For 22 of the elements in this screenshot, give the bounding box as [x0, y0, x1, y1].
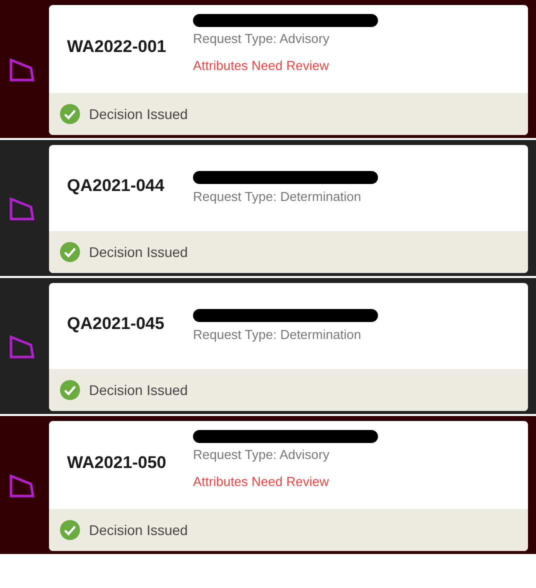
- request-type: Request Type: Advisory: [193, 31, 330, 46]
- request-type: Request Type: Determination: [193, 188, 362, 204]
- polygon-icon: [8, 335, 36, 359]
- status-label: Decision Issued: [89, 106, 188, 122]
- status-label: Decision Issued: [89, 522, 188, 538]
- request-row[interactable]: QA2021-045 Request Type: Determination Decision Issued: [0, 278, 536, 414]
- request-id: WA2022-001: [67, 37, 168, 57]
- request-id: QA2021-045: [67, 314, 166, 334]
- review-note: Attributes Need Review: [193, 474, 330, 489]
- polygon-icon: [8, 58, 36, 82]
- status-label: Decision Issued: [89, 244, 188, 260]
- polygon-icon: [8, 474, 36, 498]
- request-id: QA2021-044: [67, 176, 166, 196]
- polygon-icon: [8, 197, 36, 221]
- review-note: Attributes Need Review: [193, 58, 330, 73]
- request-id: WA2021-050: [67, 453, 168, 473]
- request-type: Request Type: Determination: [193, 326, 362, 342]
- request-type: Request Type: Advisory: [193, 447, 330, 462]
- request-row[interactable]: WA2021-050 Request Type: Advisory Attributes Need Review Decision Issued: [0, 416, 536, 554]
- request-row[interactable]: WA2022-001 Request Type: Advisory Attributes Need Review Decision Issued: [0, 0, 536, 138]
- status-label: Decision Issued: [89, 382, 188, 398]
- request-row[interactable]: QA2021-044 Request Type: Determination Decision Issued: [0, 140, 536, 276]
